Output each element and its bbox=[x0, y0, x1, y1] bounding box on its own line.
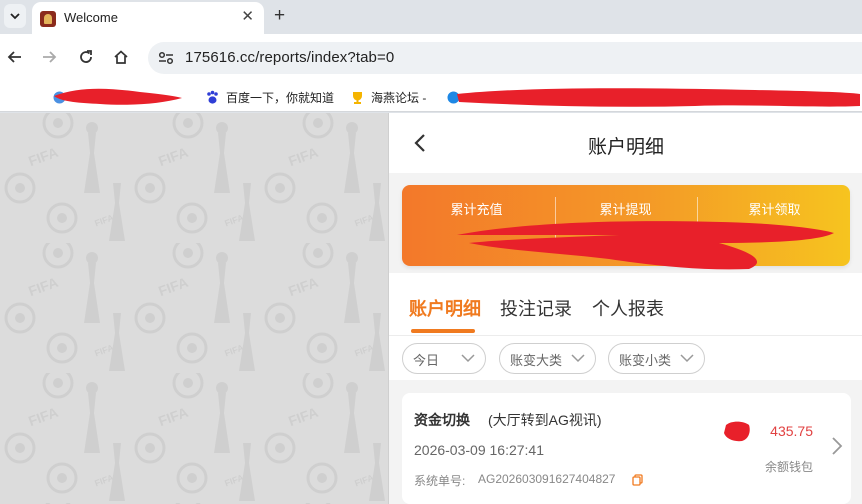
chevron-right-icon[interactable] bbox=[831, 436, 843, 456]
browser-tab[interactable]: Welcome ✕ bbox=[32, 2, 264, 34]
bookmark-label: 海燕论坛 - bbox=[371, 90, 427, 105]
bookmark-label: 百度一下，你就知道 bbox=[226, 90, 335, 105]
new-tab-button[interactable]: + bbox=[274, 5, 285, 27]
copy-icon[interactable] bbox=[632, 474, 643, 486]
bookmark-haiyan[interactable]: 海燕论坛 - bbox=[350, 88, 426, 106]
filter-subcategory-select[interactable]: 账变小类 bbox=[608, 343, 705, 374]
account-detail-panel: 账户明细 累计充值 累计提现 累计领取 账户明细 投注记录 个人报表 今日 账变… bbox=[388, 113, 862, 504]
active-tab-indicator bbox=[411, 329, 475, 333]
tab-title: Welcome bbox=[64, 10, 118, 25]
web-page: FIFA FIFA 账户明细 累计充值 累计提现 bbox=[0, 113, 862, 504]
bookmarks-bar: 百度一下，你就知道 海燕论坛 - bbox=[0, 82, 862, 112]
record-tabs: 账户明细 投注记录 个人报表 bbox=[389, 273, 862, 335]
redaction-mark bbox=[724, 421, 750, 442]
tab-close-icon[interactable]: ✕ bbox=[241, 8, 254, 26]
globe-icon bbox=[52, 90, 67, 105]
page-title: 账户明细 bbox=[587, 137, 664, 158]
site-settings-icon[interactable] bbox=[157, 49, 175, 67]
reload-icon[interactable] bbox=[75, 46, 97, 68]
summary-label: 累计提现 bbox=[599, 202, 652, 217]
summary-withdraw: 累计提现 bbox=[551, 185, 700, 266]
site-favicon-icon bbox=[40, 11, 56, 27]
chevron-down-icon bbox=[461, 354, 475, 363]
browser-toolbar: 175616.cc/reports/index?tab=0 bbox=[0, 34, 862, 82]
trophy-icon bbox=[350, 90, 365, 105]
home-icon[interactable] bbox=[110, 46, 132, 68]
football-pattern-icon: FIFA FIFA bbox=[0, 113, 388, 504]
baidu-paw-icon bbox=[205, 90, 220, 105]
summary-card: 累计充值 累计提现 累计领取 bbox=[402, 185, 850, 266]
chevron-down-icon bbox=[680, 354, 694, 363]
chevron-down-icon bbox=[571, 354, 585, 363]
filter-label: 今日 bbox=[413, 353, 440, 368]
bookmark-redacted-2[interactable] bbox=[446, 88, 467, 106]
filter-label: 账变大类 bbox=[510, 353, 563, 368]
edge-icon bbox=[446, 90, 461, 105]
summary-divider bbox=[697, 197, 698, 251]
chevron-down-icon bbox=[10, 13, 20, 20]
transaction-record[interactable]: 资金切换 (大厅转到AG视讯) 2026-03-09 16:27:41 系统单号… bbox=[402, 393, 851, 504]
forward-arrow-icon[interactable] bbox=[38, 46, 60, 68]
background-pattern: FIFA FIFA bbox=[0, 113, 388, 504]
panel-header: 账户明细 bbox=[389, 113, 862, 173]
filter-date-select[interactable]: 今日 bbox=[402, 343, 486, 374]
bookmark-baidu[interactable]: 百度一下，你就知道 bbox=[205, 88, 334, 106]
filter-bar: 今日 账变大类 账变小类 bbox=[389, 335, 862, 380]
back-arrow-icon[interactable] bbox=[4, 46, 26, 68]
order-number: AG202603091627404827 bbox=[478, 472, 616, 486]
record-description: (大厅转到AG视讯) bbox=[488, 412, 602, 428]
summary-deposit: 累计充值 bbox=[402, 185, 551, 266]
tab-search-button[interactable] bbox=[4, 4, 26, 28]
summary-label: 累计充值 bbox=[450, 202, 503, 217]
record-amount: 435.75 bbox=[770, 423, 813, 439]
summary-claimed: 累计领取 bbox=[700, 185, 849, 266]
record-type: 资金切换 bbox=[414, 412, 470, 428]
tab-personal-report[interactable]: 个人报表 bbox=[592, 295, 664, 321]
summary-label: 累计领取 bbox=[748, 202, 801, 217]
bookmark-redacted-1[interactable] bbox=[52, 88, 73, 106]
filter-category-select[interactable]: 账变大类 bbox=[499, 343, 596, 374]
record-time: 2026-03-09 16:27:41 bbox=[414, 442, 544, 458]
browser-tab-strip: Welcome ✕ + bbox=[0, 0, 862, 34]
url-text: 175616.cc/reports/index?tab=0 bbox=[185, 49, 395, 66]
tab-bet-records[interactable]: 投注记录 bbox=[500, 295, 572, 321]
tab-account-detail[interactable]: 账户明细 bbox=[409, 295, 481, 321]
filter-label: 账变小类 bbox=[619, 353, 672, 368]
order-number-label: 系统单号: bbox=[414, 474, 466, 488]
address-bar[interactable]: 175616.cc/reports/index?tab=0 bbox=[148, 42, 862, 74]
record-wallet: 余额钱包 bbox=[764, 460, 813, 474]
